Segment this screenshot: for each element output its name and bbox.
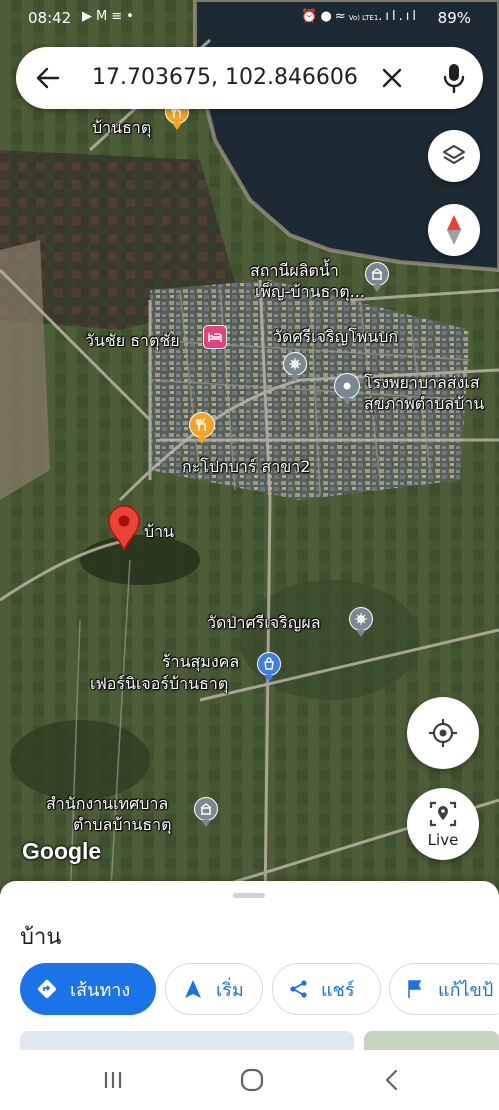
system-icons: ⏰●≈Vo) LTE1.ıl.ıl [301, 9, 419, 24]
gmail-icon: M [96, 9, 112, 24]
live-view-button[interactable]: Live [407, 788, 479, 860]
live-label: Live [427, 831, 459, 849]
start-label: เริ่ม [216, 979, 244, 1001]
battery-level: 89% [437, 9, 471, 27]
photo-thumbnail[interactable] [364, 1031, 499, 1051]
youtube-icon: ▶ [82, 9, 96, 24]
my-location-button[interactable] [407, 697, 479, 769]
status-time: 08:42 [28, 9, 72, 27]
navigation-arrow-icon [185, 980, 201, 998]
start-navigation-button[interactable]: เริ่ม [165, 963, 263, 1015]
volte-icon: Vo) LTE1 [348, 14, 379, 22]
edit-label: แก้ไขป้ [438, 979, 494, 1001]
hospital-pin-icon[interactable] [334, 373, 360, 399]
signal-icon: .ıl.ıl [378, 9, 419, 24]
map-label-water-station-1[interactable]: สถานีผลิตน้ำ [250, 261, 339, 280]
map-label-water-station-2[interactable]: เพ็ญ-บ้านธาตุ... [255, 282, 365, 301]
map-label-ban-that[interactable]: บ้านธาตุ [92, 118, 151, 137]
sheet-drag-handle[interactable] [233, 893, 265, 898]
directions-label: เส้นทาง [70, 979, 131, 1001]
edit-place-button[interactable]: แก้ไขป้ [389, 963, 499, 1015]
bar-pin-icon[interactable] [189, 412, 215, 438]
compass-icon [447, 215, 461, 245]
share-icon [290, 980, 307, 998]
photo-thumbnail[interactable] [20, 1031, 354, 1051]
layers-button[interactable] [428, 130, 480, 182]
live-view-icon [429, 801, 457, 827]
map-label-wat-pa[interactable]: วัดป่าศรีเจริญผล [207, 613, 321, 632]
wifi-icon: ≈ [334, 9, 349, 24]
home-icon[interactable] [238, 1066, 266, 1094]
location-icon: ● [320, 9, 335, 24]
microphone-icon[interactable] [440, 62, 468, 94]
temple-pin-icon[interactable] [283, 352, 307, 376]
map-label-municipal-1[interactable]: สำนักงานเทศบาล [46, 794, 168, 813]
search-query[interactable]: 17.703675, 102.846606 [92, 65, 358, 90]
status-bar: 08:42 ▶M≡• ⏰●≈Vo) LTE1.ıl.ıl 89% [0, 0, 499, 36]
directions-icon [37, 979, 57, 999]
flag-icon [408, 980, 422, 998]
recent-apps-icon[interactable] [99, 1066, 127, 1094]
satellite-map[interactable]: บ้านธาตุ สถานีผลิตน้ำ เพ็ญ-บ้านธาตุ... ว… [0, 0, 499, 905]
water-station-pin-icon[interactable] [365, 262, 389, 286]
notification-icons: ▶M≡• [82, 9, 138, 24]
hotel-pin-icon[interactable] [203, 325, 227, 349]
google-logo: Google [22, 838, 102, 864]
close-icon[interactable] [378, 64, 406, 92]
map-label-kapok-bar[interactable]: กะโปกบาร์ สาขา2 [182, 457, 310, 476]
map-label-home[interactable]: บ้าน [144, 522, 174, 541]
shop-pin-icon[interactable] [257, 652, 281, 676]
system-navigation-bar [0, 1050, 499, 1110]
layers-icon [443, 145, 465, 164]
alarm-icon: ⏰ [301, 9, 321, 24]
compass-button[interactable] [428, 204, 480, 256]
message-icon: ≡ [111, 9, 127, 24]
place-title: บ้าน [20, 925, 62, 950]
back-arrow-icon[interactable] [34, 64, 62, 92]
map-label-hospital-2[interactable]: สุขภาพตำบลบ้าน [364, 394, 484, 413]
share-button[interactable]: แชร์ [272, 963, 381, 1015]
map-label-wat-sri-charoen[interactable]: วัดศรีเจริญโพนบก [273, 327, 398, 346]
map-label-municipal-2[interactable]: ตำบลบ้านธาตุ [73, 815, 172, 834]
municipal-office-pin-icon[interactable] [194, 797, 218, 821]
share-label: แชร์ [321, 979, 355, 1001]
search-bar[interactable]: 17.703675, 102.846606 [16, 47, 483, 109]
selected-location-pin-icon[interactable] [107, 505, 141, 551]
map-label-furniture-2[interactable]: เฟอร์นิเจอร์บ้านธาตุ [90, 674, 228, 693]
satellite-imagery [0, 0, 499, 905]
map-label-wanchai[interactable]: วันชัย ธาตุชัย [85, 331, 180, 350]
my-location-icon [429, 719, 457, 747]
temple-pa-pin-icon[interactable] [349, 607, 373, 631]
back-icon[interactable] [378, 1066, 406, 1094]
dot-icon: • [126, 9, 138, 24]
map-label-hospital-1[interactable]: โรงพยาบาลส่งเส [364, 373, 480, 392]
directions-button[interactable]: เส้นทาง [20, 963, 156, 1015]
map-label-furniture-1[interactable]: ร้านสุมงคล [162, 652, 239, 671]
